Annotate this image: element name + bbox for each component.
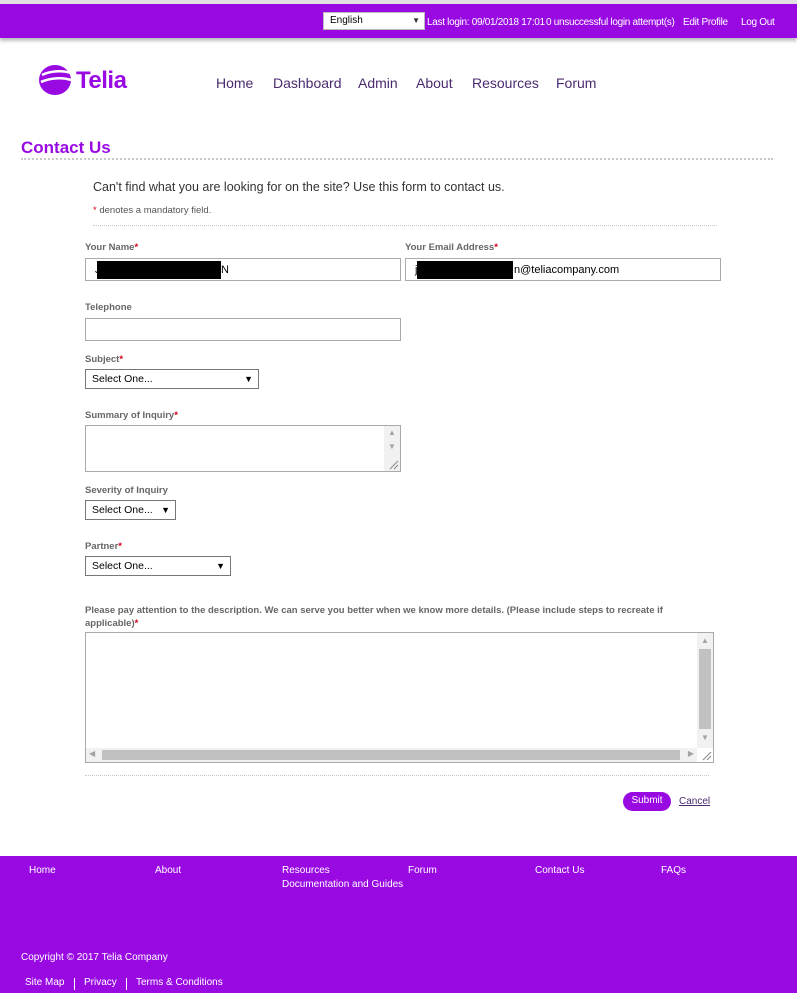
- partner-label: Partner*: [85, 541, 122, 552]
- footer-link-forum[interactable]: Forum: [408, 865, 437, 876]
- footer-link-contact-us[interactable]: Contact Us: [535, 865, 584, 876]
- footer-link-home[interactable]: Home: [29, 865, 56, 876]
- chevron-down-icon: ▼: [244, 374, 253, 384]
- telephone-label: Telephone: [85, 302, 132, 313]
- redaction-bar: [97, 261, 221, 279]
- edit-profile-link[interactable]: Edit Profile: [683, 17, 728, 28]
- scroll-up-icon[interactable]: ▲: [384, 428, 400, 437]
- description-label-text: Please pay attention to the description.…: [85, 605, 663, 629]
- language-select-value: English: [330, 15, 363, 26]
- footer-link-documentation[interactable]: Documentation and Guides: [282, 879, 403, 890]
- resize-grip-icon[interactable]: [700, 749, 712, 761]
- severity-label: Severity of Inquiry: [85, 485, 168, 496]
- scroll-thumb[interactable]: [699, 649, 711, 729]
- title-divider: [21, 158, 773, 160]
- copyright-text: Copyright © 2017 Telia Company: [21, 952, 168, 963]
- summary-label-text: Summary of Inquiry: [85, 410, 175, 421]
- footer: Home About Resources Documentation and G…: [0, 856, 797, 993]
- nav-resources[interactable]: Resources: [472, 75, 539, 91]
- scroll-down-icon[interactable]: ▼: [384, 442, 400, 451]
- footer-separator: [126, 978, 127, 990]
- required-asterisk: *: [494, 242, 498, 253]
- footer-link-site-map[interactable]: Site Map: [25, 977, 64, 988]
- description-textarea[interactable]: ▲ ▼ ◀ ▶: [85, 632, 714, 763]
- brand-name: Telia: [76, 67, 127, 94]
- required-asterisk: *: [93, 205, 97, 216]
- chevron-down-icon: ▼: [161, 505, 170, 515]
- scroll-thumb[interactable]: [102, 750, 680, 760]
- failed-attempts-text: 0 unsuccessful login attempt(s): [546, 17, 675, 28]
- telia-pebble-icon: [39, 65, 72, 95]
- name-label: Your Name*: [85, 242, 138, 253]
- summary-label: Summary of Inquiry*: [85, 410, 178, 421]
- severity-select[interactable]: Select One... ▼: [85, 500, 176, 520]
- page-title: Contact Us: [21, 138, 111, 157]
- chevron-down-icon: ▼: [412, 16, 420, 25]
- nav-dashboard[interactable]: Dashboard: [273, 75, 342, 91]
- footer-link-resources[interactable]: Resources: [282, 865, 330, 876]
- description-horizontal-scrollbar[interactable]: ◀ ▶: [86, 748, 697, 762]
- partner-label-text: Partner: [85, 541, 119, 552]
- nav-home[interactable]: Home: [216, 75, 253, 91]
- redaction-bar: [417, 261, 513, 279]
- name-value-end: N: [221, 264, 229, 276]
- nav-about[interactable]: About: [416, 75, 453, 91]
- email-label: Your Email Address*: [405, 242, 498, 253]
- scroll-left-icon[interactable]: ◀: [89, 749, 95, 758]
- footer-separator: [74, 978, 75, 990]
- footer-link-privacy[interactable]: Privacy: [84, 977, 117, 988]
- nav-forum[interactable]: Forum: [556, 75, 596, 91]
- chevron-down-icon: ▼: [216, 561, 225, 571]
- email-value-end: n@teliacompany.com: [514, 264, 620, 276]
- email-label-text: Your Email Address: [405, 242, 495, 253]
- subject-label: Subject*: [85, 354, 123, 365]
- subject-select-value: Select One...: [92, 373, 153, 385]
- scroll-down-icon[interactable]: ▼: [697, 733, 713, 742]
- required-asterisk: *: [174, 410, 178, 421]
- summary-textarea[interactable]: ▲ ▼: [85, 425, 401, 472]
- footer-link-about[interactable]: About: [155, 865, 181, 876]
- form-divider: [85, 775, 709, 776]
- required-asterisk: *: [118, 541, 122, 552]
- mandatory-note: * denotes a mandatory field.: [93, 205, 211, 216]
- severity-select-value: Select One...: [92, 504, 153, 516]
- intro-divider: [93, 225, 717, 226]
- submit-button[interactable]: Submit: [623, 792, 671, 811]
- partner-select-value: Select One...: [92, 560, 153, 572]
- intro-text: Can't find what you are looking for on t…: [93, 180, 505, 194]
- partner-select[interactable]: Select One... ▼: [85, 556, 231, 576]
- name-label-text: Your Name: [85, 242, 135, 253]
- required-asterisk: *: [134, 618, 139, 629]
- scroll-up-icon[interactable]: ▲: [697, 636, 713, 645]
- resize-grip-icon[interactable]: [387, 458, 399, 470]
- last-login-text: Last login: 09/01/2018 17:01: [427, 17, 545, 28]
- cancel-link[interactable]: Cancel: [679, 796, 710, 807]
- language-select[interactable]: English ▼: [323, 12, 425, 30]
- log-out-link[interactable]: Log Out: [741, 17, 775, 28]
- mandatory-note-text: denotes a mandatory field.: [99, 205, 212, 216]
- top-bar: English ▼ Last login: 09/01/2018 17:01 0…: [0, 0, 797, 38]
- description-label: Please pay attention to the description.…: [85, 604, 685, 630]
- required-asterisk: *: [119, 354, 124, 365]
- description-vertical-scrollbar[interactable]: ▲ ▼: [697, 633, 713, 748]
- footer-link-faqs[interactable]: FAQs: [661, 865, 686, 876]
- required-asterisk: *: [134, 242, 139, 253]
- footer-link-terms[interactable]: Terms & Conditions: [136, 977, 223, 988]
- subject-label-text: Subject: [85, 354, 120, 365]
- subject-select[interactable]: Select One... ▼: [85, 369, 259, 389]
- telephone-field[interactable]: [85, 318, 401, 341]
- nav-admin[interactable]: Admin: [358, 75, 398, 91]
- scroll-right-icon[interactable]: ▶: [688, 749, 694, 758]
